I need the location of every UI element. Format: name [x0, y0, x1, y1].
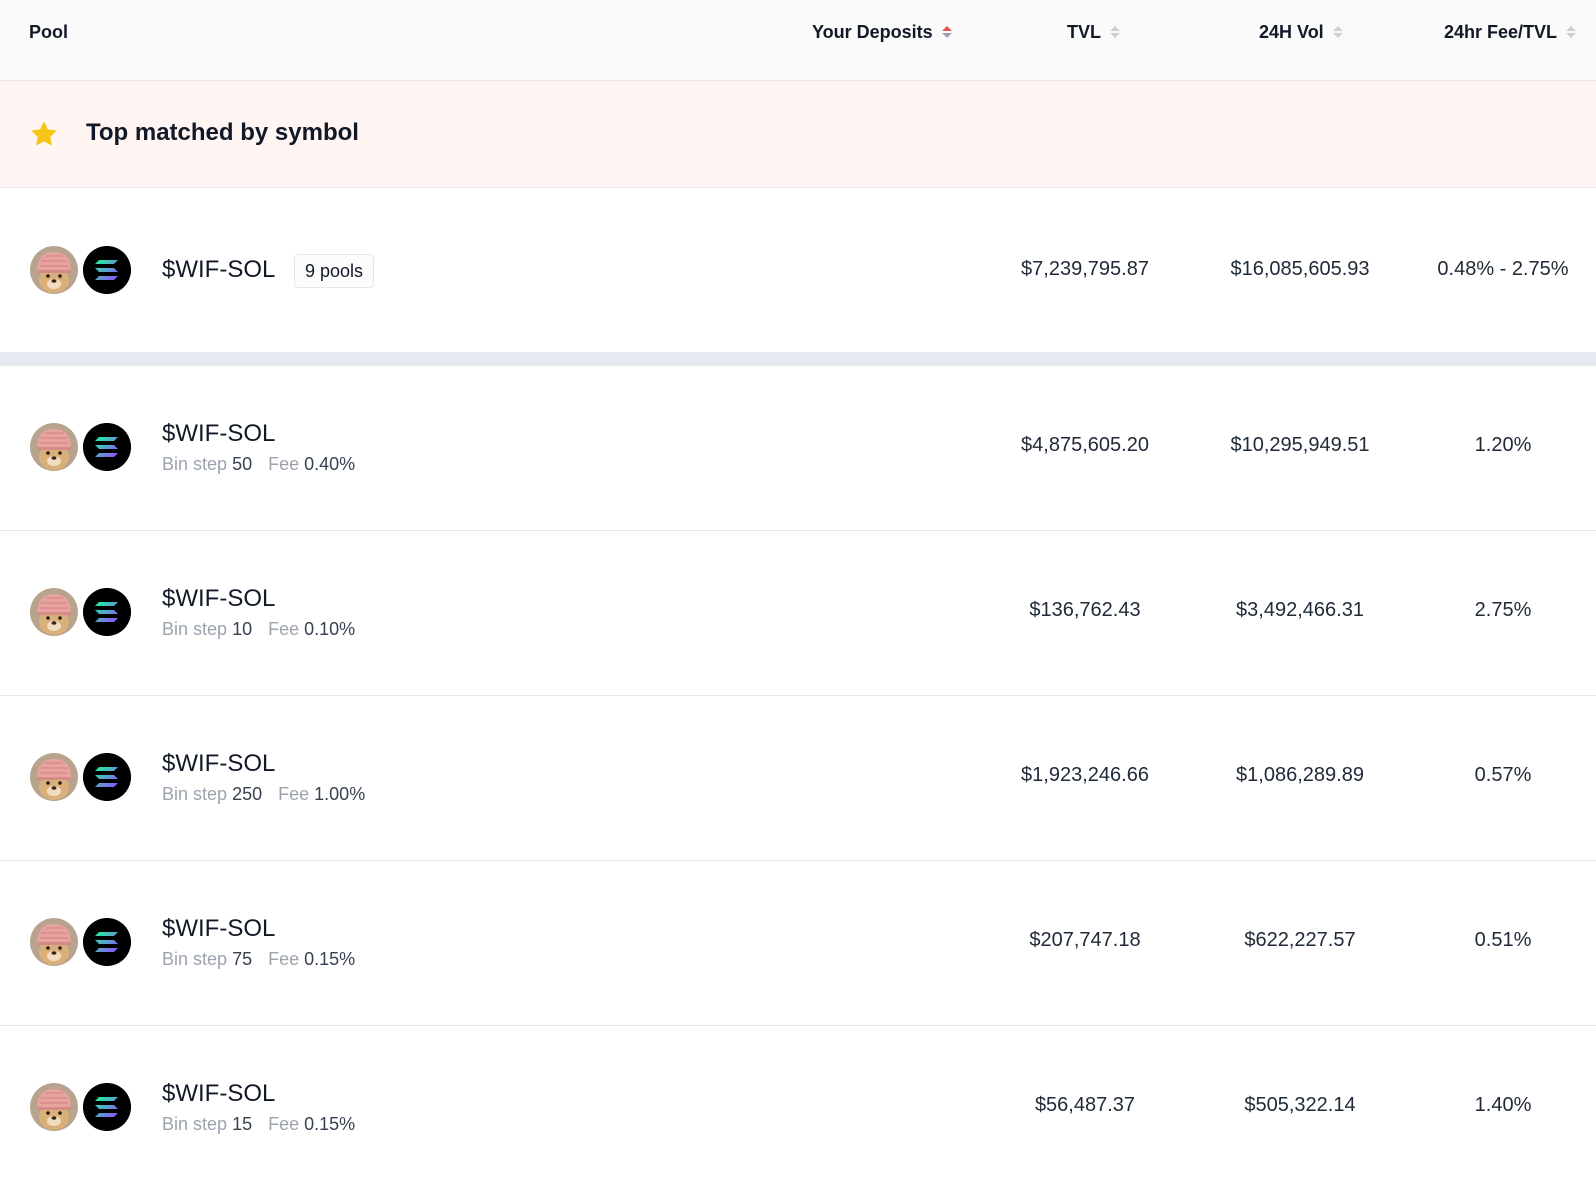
table-row[interactable]: $WIF-SOL Bin step 250 Fee 1.00% $1,923,24… [0, 696, 1596, 861]
sol-token-icon [83, 753, 131, 801]
column-header-your-deposits[interactable]: Your Deposits [812, 20, 952, 44]
sort-icon[interactable] [1110, 26, 1120, 38]
bin-step-value: 250 [232, 784, 263, 804]
pool-24h-vol: $10,295,949.51 [1230, 434, 1370, 456]
pool-details: Bin step 75 Fee 0.15% [162, 949, 355, 970]
pool-group-name: $WIF-SOL [162, 256, 276, 283]
fee-value: 0.40% [304, 454, 356, 474]
fee-value: 0.15% [304, 1114, 356, 1134]
pool-fee-tvl: 1.40% [1474, 1094, 1532, 1116]
pool-details: Bin step 10 Fee 0.10% [162, 619, 355, 640]
bin-step-value: 15 [232, 1114, 253, 1134]
top-matched-banner: Top matched by symbol [0, 81, 1596, 188]
pool-name: $WIF-SOL [162, 750, 276, 777]
pool-24h-vol: $3,492,466.31 [1236, 599, 1364, 621]
wif-token-icon [30, 588, 78, 636]
column-header-24h-vol-label: 24H Vol [1259, 21, 1324, 42]
pool-name: $WIF-SOL [162, 585, 276, 612]
pool-24h-vol: $505,322.14 [1244, 1094, 1356, 1116]
sort-icon[interactable] [941, 26, 952, 38]
bin-step-label: Bin step [162, 619, 228, 639]
token-pair-avatars [30, 918, 131, 966]
pool-fee-tvl: 0.51% [1474, 929, 1532, 951]
table-row[interactable]: $WIF-SOL Bin step 10 Fee 0.10% $136,762.4… [0, 531, 1596, 696]
pool-tvl: $1,923,246.66 [1021, 764, 1149, 786]
wif-token-icon [30, 1083, 78, 1131]
pool-tvl: $4,875,605.20 [1021, 434, 1149, 456]
table-row[interactable]: $WIF-SOL Bin step 50 Fee 0.40% $4,875,605… [0, 366, 1596, 531]
sol-token-icon [83, 1083, 131, 1131]
pool-name: $WIF-SOL [162, 420, 276, 447]
pool-group-row[interactable]: $WIF-SOL 9 pools $7,239,795.87 $16,085,6… [0, 188, 1596, 352]
fee-value: 1.00% [314, 784, 366, 804]
fee-value: 0.10% [304, 619, 356, 639]
bin-step-label: Bin step [162, 949, 228, 969]
sort-icon[interactable] [1566, 26, 1577, 38]
wif-token-icon [30, 423, 78, 471]
pool-fee-tvl: 0.57% [1474, 764, 1532, 786]
bin-step-label: Bin step [162, 454, 228, 474]
pool-count-badge[interactable]: 9 pools [294, 254, 375, 288]
column-header-pool-label: Pool [29, 21, 68, 42]
fee-label: Fee [268, 949, 300, 969]
token-pair-avatars [30, 423, 131, 471]
token-pair-avatars [30, 1083, 131, 1131]
bin-step-value: 10 [232, 619, 253, 639]
bin-step-label: Bin step [162, 1114, 228, 1134]
sort-icon[interactable] [1332, 26, 1343, 38]
pool-fee-tvl: 1.20% [1474, 434, 1532, 456]
wif-token-icon [30, 918, 78, 966]
fee-label: Fee [268, 1114, 300, 1134]
column-header-tvl-label: TVL [1067, 21, 1101, 42]
pool-name: $WIF-SOL [162, 915, 276, 942]
token-pair-avatars [30, 246, 131, 294]
banner-title: Top matched by symbol [86, 119, 359, 146]
table-row[interactable]: $WIF-SOL Bin step 75 Fee 0.15% $207,747.1… [0, 861, 1596, 1026]
pool-details: Bin step 15 Fee 0.15% [162, 1114, 355, 1135]
pool-name: $WIF-SOL [162, 1080, 276, 1107]
section-divider [0, 352, 1596, 366]
bin-step-value: 75 [232, 949, 253, 969]
fee-value: 0.15% [304, 949, 356, 969]
pool-details: Bin step 250 Fee 1.00% [162, 784, 365, 805]
pool-24h-vol: $1,086,289.89 [1236, 764, 1364, 786]
sol-token-icon [83, 918, 131, 966]
column-header-your-deposits-label: Your Deposits [812, 21, 933, 42]
pool-tvl: $207,747.18 [1029, 929, 1141, 951]
bin-step-value: 50 [232, 454, 253, 474]
star-icon [32, 122, 56, 145]
column-header-tvl[interactable]: TVL [1067, 20, 1120, 44]
column-header-fee-tvl-label: 24hr Fee/TVL [1444, 21, 1558, 42]
fee-label: Fee [268, 619, 300, 639]
fee-label: Fee [268, 454, 300, 474]
wif-token-icon [30, 753, 78, 801]
fee-label: Fee [278, 784, 310, 804]
group-fee-tvl: 0.48% - 2.75% [1437, 258, 1569, 280]
bin-step-label: Bin step [162, 784, 228, 804]
group-tvl: $7,239,795.87 [1021, 258, 1149, 280]
sol-token-icon [83, 423, 131, 471]
table-header: Pool Your Deposits TVL 24H Vol 24hr Fee/… [0, 0, 1596, 81]
pool-tvl: $136,762.43 [1029, 599, 1141, 621]
wif-token-icon [30, 246, 78, 294]
sol-token-icon [83, 588, 131, 636]
column-header-fee-tvl[interactable]: 24hr Fee/TVL [1444, 20, 1577, 44]
column-header-24h-vol[interactable]: 24H Vol [1259, 20, 1343, 44]
sol-token-icon [83, 246, 131, 294]
column-header-pool: Pool [29, 20, 68, 44]
pool-details: Bin step 50 Fee 0.40% [162, 454, 355, 475]
token-pair-avatars [30, 753, 131, 801]
group-24h-vol: $16,085,605.93 [1230, 258, 1370, 280]
table-row[interactable]: $WIF-SOL Bin step 15 Fee 0.15% $56,487.37… [0, 1026, 1596, 1190]
token-pair-avatars [30, 588, 131, 636]
pool-24h-vol: $622,227.57 [1244, 929, 1356, 951]
pool-tvl: $56,487.37 [1034, 1094, 1136, 1116]
pool-fee-tvl: 2.75% [1474, 599, 1532, 621]
